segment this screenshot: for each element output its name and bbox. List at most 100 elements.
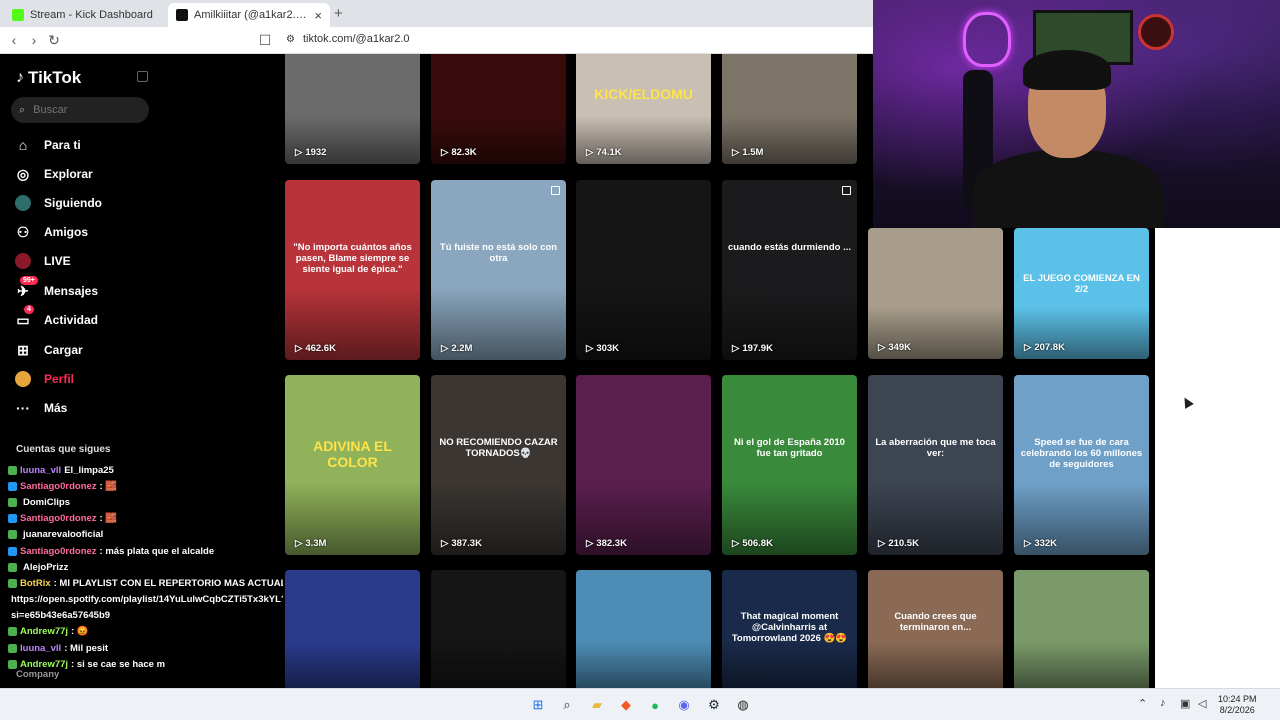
chat-message: Santiago0rdonez: más plata que el alcald…: [8, 543, 283, 559]
view-count-text: 1.5M: [742, 147, 764, 158]
footer-company-link[interactable]: Company: [16, 669, 59, 680]
obs-icon[interactable]: ◍: [734, 696, 752, 714]
brave-icon[interactable]: ◆: [617, 696, 635, 714]
video-caption-overlay: "No importa cuántos años pasen, Blame si…: [293, 242, 412, 275]
nav-label: Amigos: [44, 225, 89, 239]
video-card[interactable]: ADIVINA EL COLOR ▷ 3.3M: [285, 375, 420, 555]
collapse-sidebar-icon[interactable]: [137, 71, 148, 82]
video-card[interactable]: Ni el gol de España 2010 fue tan gritado…: [722, 375, 857, 555]
video-card[interactable]: Cuando crees que terminaron en...: [868, 570, 1003, 688]
search-box[interactable]: ⌕: [11, 97, 149, 123]
video-card[interactable]: [576, 570, 711, 688]
video-card[interactable]: NO RECOMIENDO CAZAR TORNADOS💀 ▷ 387.3K: [431, 375, 566, 555]
tiktok-logo[interactable]: ♪ TikTok: [16, 68, 81, 88]
browser-tab-kick[interactable]: Stream - Kick Dashboard: [4, 3, 166, 27]
start-icon[interactable]: ⊞: [529, 696, 547, 714]
chat-badge-icon: [8, 465, 17, 475]
network-icon[interactable]: ▣: [1180, 697, 1190, 710]
play-icon: ▷: [586, 343, 594, 354]
browser-tab-bar: Stream - Kick Dashboard Amilkiiitar (@a1…: [0, 0, 873, 27]
nav-label: Actividad: [44, 313, 99, 327]
address-bar[interactable]: ⚙ tiktok.com/@a1kar2.0: [286, 33, 410, 45]
video-card[interactable]: Speed se fue de cara celebrando los 60 m…: [1014, 375, 1149, 555]
play-icon: ▷: [1024, 538, 1032, 549]
compass-icon: ◎: [16, 165, 30, 182]
neon-sign-icon: [963, 12, 1011, 67]
chat-message: AlejoPrizz: [8, 559, 283, 575]
nav-live[interactable]: LIVE: [14, 250, 154, 272]
bookmark-icon[interactable]: ☐: [255, 32, 275, 49]
nav-cargar[interactable]: ⊞ Cargar: [14, 339, 154, 361]
nav-mas[interactable]: ··· Más: [14, 397, 154, 419]
browser-tab-tiktok[interactable]: Amilkiiitar (@a1kar2.0) | TikTok ×: [168, 3, 330, 27]
chat-message: https://open.spotify.com/playlist/14YuLu…: [11, 594, 283, 606]
video-card[interactable]: [431, 570, 566, 688]
nav-label: Explorar: [44, 167, 93, 181]
streamer-body: [973, 150, 1163, 228]
tray-overflow-icon[interactable]: ⌃: [1138, 697, 1147, 710]
video-card[interactable]: ▷ 303K: [576, 180, 711, 360]
chat-message: BotRix: MI PLAYLIST CON EL REPERTORIO MA…: [8, 575, 283, 591]
video-card[interactable]: That magical moment @Calvinharris at Tom…: [722, 570, 857, 688]
nav-explorar[interactable]: ◎ Explorar: [14, 163, 154, 185]
nav-actividad[interactable]: ▭ 4 Actividad: [14, 305, 154, 331]
photo-carousel-icon: [551, 186, 560, 195]
video-card[interactable]: "No importa cuántos años pasen, Blame si…: [285, 180, 420, 360]
video-card[interactable]: KICK/ELDOMU ▷ 74.1K: [576, 54, 711, 164]
forward-icon[interactable]: ›: [24, 32, 44, 48]
view-count-text: 303K: [596, 343, 620, 354]
site-info-icon[interactable]: ⚙: [286, 34, 295, 45]
video-caption-overlay: That magical moment @Calvinharris at Tom…: [731, 611, 848, 644]
view-count-text: 349K: [888, 342, 912, 353]
search-icon: ⌕: [19, 103, 26, 116]
view-count-text: 382.3K: [596, 538, 627, 549]
chat-badge-icon: [8, 578, 17, 588]
steam-icon[interactable]: ⚙: [705, 696, 723, 714]
search-input[interactable]: [33, 104, 134, 116]
more-icon: ···: [16, 400, 30, 416]
video-card[interactable]: ▷ 1932: [285, 54, 420, 164]
video-card[interactable]: ▷ 349K: [868, 228, 1003, 359]
view-count: ▷ 1.5M: [732, 147, 763, 158]
video-card[interactable]: ▷ 1.5M: [722, 54, 857, 164]
system-clock[interactable]: 10:24 PM 8/2/2026: [1218, 694, 1257, 716]
nav-amigos[interactable]: ⚇ Amigos: [14, 221, 154, 243]
video-card[interactable]: cuando estás durmiendo ... ▷ 197.9K: [722, 180, 857, 360]
spotify-icon[interactable]: ●: [646, 696, 664, 714]
play-icon: ▷: [441, 343, 449, 354]
chat-badge-icon: [8, 530, 17, 540]
chat-message: luuna_vll El_limpa25: [8, 462, 283, 478]
video-caption-overlay: NO RECOMIENDO CAZAR TORNADOS💀: [439, 437, 558, 459]
video-card[interactable]: [285, 570, 420, 688]
reload-icon[interactable]: ↻: [44, 32, 64, 49]
nav-para-ti[interactable]: ⌂ Para ti: [14, 134, 154, 156]
nav-mensajes[interactable]: ✈ 99+ Mensajes: [14, 276, 154, 302]
file-explorer-icon[interactable]: ▰: [588, 696, 606, 714]
browser-nav-bar: ‹ › ↻ ☐ ⚙ tiktok.com/@a1kar2.0: [0, 27, 873, 54]
profile-icon: [14, 370, 32, 388]
volume-icon[interactable]: ◁: [1198, 697, 1206, 710]
new-tab-button[interactable]: +: [334, 5, 343, 22]
view-count-text: 207.8K: [1034, 342, 1065, 353]
microphone-icon[interactable]: ♪: [1160, 697, 1166, 709]
search-taskbar-icon[interactable]: ⌕: [558, 696, 576, 714]
video-card[interactable]: ▷ 82.3K: [431, 54, 566, 164]
play-icon: ▷: [732, 538, 740, 549]
nav-siguiendo[interactable]: Siguiendo: [14, 192, 154, 214]
video-card[interactable]: EL JUEGO COMIENZA EN 2/2 ▷ 207.8K: [1014, 228, 1149, 359]
nav-label: Cargar: [44, 343, 83, 357]
video-card[interactable]: Tú fuiste no está solo con otra ▷ 2.2M: [431, 180, 566, 360]
view-count-text: 210.5K: [888, 538, 919, 549]
discord-icon[interactable]: ◉: [675, 696, 693, 714]
play-icon: ▷: [441, 147, 449, 158]
close-tab-icon[interactable]: ×: [314, 8, 322, 23]
video-card[interactable]: ▷ 382.3K: [576, 375, 711, 555]
video-card[interactable]: [1014, 570, 1149, 688]
video-card[interactable]: La aberración que me toca ver: ▷ 210.5K: [868, 375, 1003, 555]
chat-badge-icon: [8, 546, 17, 556]
page-background: [1155, 228, 1280, 688]
back-icon[interactable]: ‹: [4, 32, 24, 48]
view-count: ▷ 506.8K: [732, 538, 773, 549]
tiktok-note-icon: ♪: [16, 69, 24, 86]
nav-perfil[interactable]: Perfil: [14, 368, 154, 390]
